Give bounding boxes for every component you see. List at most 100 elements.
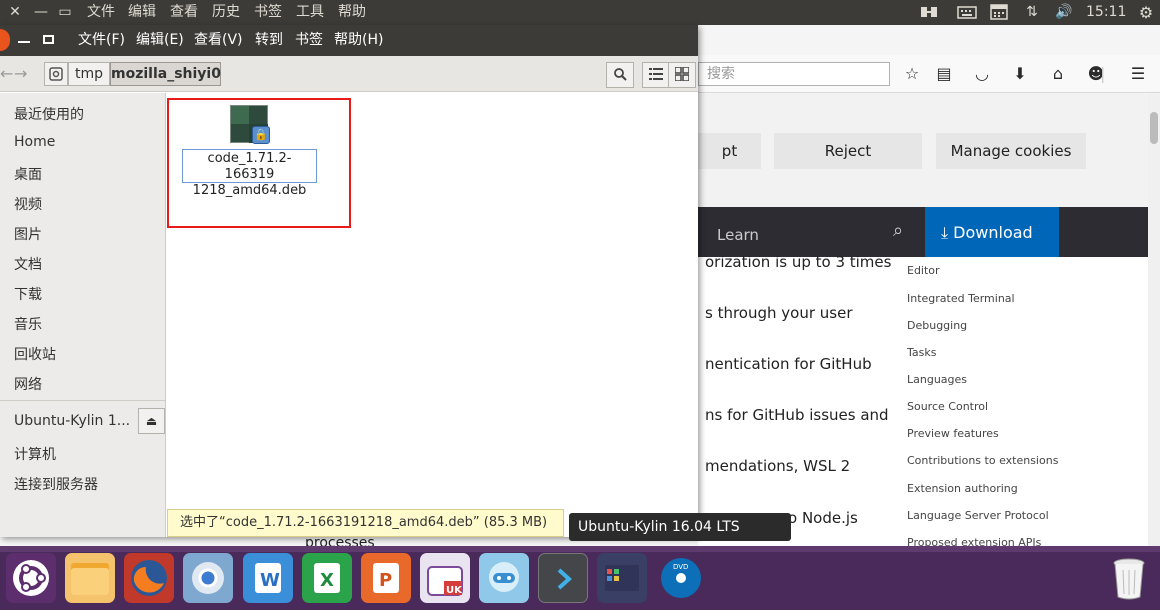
software-center-icon[interactable]: UK xyxy=(420,553,470,603)
sidebar-item-recent[interactable]: 最近使用的 xyxy=(14,104,84,124)
svg-text:X: X xyxy=(320,570,334,591)
dock-edge xyxy=(0,546,1160,552)
chromium-icon[interactable] xyxy=(183,553,233,603)
file-name-field[interactable]: code_1.71.2-166319 1218_amd64.deb xyxy=(182,149,317,198)
sidebar-item-trash[interactable]: 回收站 xyxy=(14,344,56,364)
browser-scrollbar[interactable] xyxy=(1148,94,1160,546)
home-icon[interactable]: ⌂ xyxy=(1046,63,1070,85)
sidebar-item-downloads[interactable]: 下载 xyxy=(14,284,42,304)
sidebar-link[interactable]: Source Control xyxy=(907,400,988,413)
volume-icon[interactable]: 🔊 xyxy=(1052,0,1076,25)
download-button[interactable]: ⤓ Download xyxy=(925,207,1059,257)
body-text-line: orization is up to 3 times xyxy=(705,253,892,271)
search-icon[interactable] xyxy=(606,62,634,88)
maximize-icon[interactable]: ▭ xyxy=(56,0,74,25)
body-text-line: s through your user xyxy=(705,304,853,322)
sidebar-link[interactable]: Editor xyxy=(907,264,940,277)
grid-view-icon[interactable] xyxy=(668,62,696,88)
lock-icon: 🔒 xyxy=(252,126,270,144)
sidebar-item-documents[interactable]: 文档 xyxy=(14,254,42,274)
youker-assistant-icon[interactable] xyxy=(479,553,529,603)
ubuntu-dash-icon[interactable] xyxy=(6,553,56,603)
sidebar-item-desktop[interactable]: 桌面 xyxy=(14,164,42,184)
dvd-icon[interactable]: DVD xyxy=(656,553,706,603)
maximize-icon[interactable] xyxy=(43,35,54,44)
fm-menu-file[interactable]: 文件(F) xyxy=(78,25,125,56)
input-method-icon[interactable] xyxy=(918,0,940,25)
close-icon[interactable]: ✕ xyxy=(6,0,24,25)
minimize-icon[interactable]: — xyxy=(32,0,50,25)
download-arrow-icon: ⤓ xyxy=(941,223,949,242)
settings-icon[interactable]: ⚙ xyxy=(1136,0,1156,25)
sidebar-link[interactable]: Preview features xyxy=(907,427,999,440)
search-icon[interactable]: ⌕ xyxy=(893,220,903,241)
fm-menu-go[interactable]: 转到 xyxy=(255,25,283,56)
sidebar-item-network[interactable]: 网络 xyxy=(14,374,42,394)
network-icon[interactable]: ⇅ xyxy=(1022,0,1042,25)
workspace-switcher-icon[interactable] xyxy=(597,553,647,603)
menu-edit[interactable]: 编辑 xyxy=(128,0,156,25)
scrollbar-thumb[interactable] xyxy=(1150,112,1158,144)
breadcrumb-current[interactable]: mozilla_shiyi0 xyxy=(110,62,221,86)
manage-cookies-button[interactable]: Manage cookies xyxy=(936,133,1086,169)
pocket-icon[interactable]: ◡ xyxy=(970,63,994,85)
sidebar-item-pictures[interactable]: 图片 xyxy=(14,224,42,244)
minimize-icon[interactable] xyxy=(18,41,30,43)
reading-list-icon[interactable]: ▤ xyxy=(932,63,956,85)
calendar-icon[interactable] xyxy=(988,0,1010,25)
sidebar-item-music[interactable]: 音乐 xyxy=(14,314,42,334)
bookmark-star-icon[interactable]: ☆ xyxy=(900,63,924,85)
menu-bookmarks[interactable]: 书签 xyxy=(254,0,282,25)
fm-menu-help[interactable]: 帮助(H) xyxy=(334,25,383,56)
browser-search-input[interactable]: 搜索 xyxy=(698,62,890,86)
wps-presentation-icon[interactable]: P xyxy=(361,553,411,603)
files-icon[interactable] xyxy=(65,553,115,603)
breadcrumb-home[interactable] xyxy=(44,62,68,86)
breadcrumb-tmp[interactable]: tmp xyxy=(68,62,110,86)
hamburger-menu-icon[interactable]: ☰ xyxy=(1126,63,1150,85)
wps-writer-icon[interactable]: W xyxy=(243,553,293,603)
sidebar-link[interactable]: Extension authoring xyxy=(907,482,1018,495)
fm-menu-view[interactable]: 查看(V) xyxy=(194,25,243,56)
body-text-line: ns for GitHub issues and xyxy=(705,406,889,424)
sidebar-link[interactable]: Debugging xyxy=(907,319,967,332)
menu-file[interactable]: 文件 xyxy=(87,0,115,25)
download-arrow-icon[interactable]: ⬇ xyxy=(1008,63,1032,85)
list-view-icon[interactable] xyxy=(642,62,670,88)
reject-cookies-button[interactable]: Reject xyxy=(774,133,922,169)
clock[interactable]: 15:11 xyxy=(1086,0,1126,25)
sidebar-link[interactable]: Contributions to extensions xyxy=(907,454,1058,467)
sidebar-divider xyxy=(0,400,166,401)
sidebar-link[interactable]: Language Server Protocol xyxy=(907,509,1049,522)
svg-text:DVD: DVD xyxy=(673,563,688,571)
sidebar-item-device[interactable]: Ubuntu-Kylin 1... xyxy=(14,413,130,429)
terminal-icon[interactable] xyxy=(538,553,588,603)
menu-history[interactable]: 历史 xyxy=(212,0,240,25)
svg-text:P: P xyxy=(379,570,392,591)
fm-menu-edit[interactable]: 编辑(E) xyxy=(136,25,184,56)
fm-menu-bookmarks[interactable]: 书签 xyxy=(295,25,323,56)
firefox-icon[interactable] xyxy=(124,553,174,603)
wps-spreadsheet-icon[interactable]: X xyxy=(302,553,352,603)
trash-icon[interactable] xyxy=(1110,556,1148,600)
forward-arrow-icon[interactable]: → xyxy=(14,62,28,86)
menu-view[interactable]: 查看 xyxy=(170,0,198,25)
sidebar-item-connect-server[interactable]: 连接到服务器 xyxy=(14,474,98,494)
svg-text:UK: UK xyxy=(446,585,463,596)
menu-tools[interactable]: 工具 xyxy=(296,0,324,25)
keyboard-icon[interactable] xyxy=(956,0,978,25)
sidebar-item-computer[interactable]: 计算机 xyxy=(14,444,56,464)
drive-icon xyxy=(49,67,63,81)
eject-icon[interactable]: ⏏ xyxy=(138,408,165,434)
back-arrow-icon[interactable]: ← xyxy=(0,62,13,86)
sidebar-link[interactable]: Tasks xyxy=(907,346,936,359)
sidebar-link[interactable]: Languages xyxy=(907,373,967,386)
svg-text:W: W xyxy=(260,570,280,591)
nav-learn-link[interactable]: Learn xyxy=(717,226,759,244)
sidebar-item-home[interactable]: Home xyxy=(14,134,55,150)
menu-help[interactable]: 帮助 xyxy=(338,0,366,25)
accept-cookies-button[interactable]: pt xyxy=(698,133,761,169)
sidebar-item-videos[interactable]: 视频 xyxy=(14,194,42,214)
sidebar-link[interactable]: Integrated Terminal xyxy=(907,292,1015,305)
top-panel: ✕ — ▭ 文件 编辑 查看 历史 书签 工具 帮助 ⇅ 🔊 15:11 ⚙ xyxy=(0,0,1160,25)
